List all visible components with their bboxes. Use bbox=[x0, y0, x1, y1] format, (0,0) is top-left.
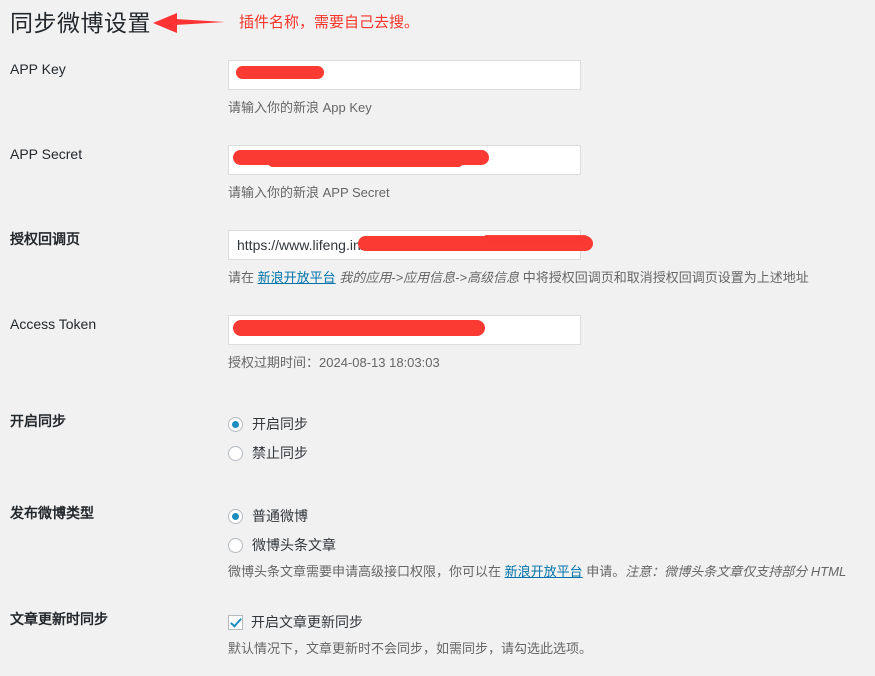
radio-weibo-headline[interactable]: 微博头条文章 bbox=[228, 533, 875, 557]
checkbox-update-sync[interactable]: 开启文章更新同步 bbox=[228, 610, 875, 634]
annotation-arrow-icon bbox=[153, 12, 225, 34]
callback-url-input[interactable] bbox=[228, 230, 581, 260]
help-weibo-note: 注意：微博头条文章仅支持部分 HTML bbox=[625, 564, 847, 579]
help-callback-before: 请在 bbox=[228, 270, 258, 285]
label-access-token: Access Token bbox=[10, 316, 97, 332]
radio-icon-unchecked bbox=[228, 445, 243, 461]
field-access-token: 授权过期时间：2024-08-13 18:03:03 bbox=[228, 315, 875, 373]
help-callback-path: 我的应用->应用信息->高级信息 bbox=[339, 270, 520, 285]
field-callback: 请在 新浪开放平台 我的应用->应用信息->高级信息 中将授权回调页和取消授权回… bbox=[228, 230, 875, 288]
help-app-secret: 请输入你的新浪 APP Secret bbox=[228, 185, 390, 200]
field-sync-enable: 开启同步 禁止同步 bbox=[228, 412, 875, 470]
annotation-text: 插件名称，需要自己去搜。 bbox=[239, 14, 420, 31]
label-update-sync: 文章更新时同步 bbox=[10, 611, 108, 627]
radio-icon-unchecked bbox=[228, 537, 243, 553]
help-weibo-type: 微博头条文章需要申请高级接口权限，你可以在 新浪开放平台 申请。注意：微博头条文… bbox=[228, 562, 875, 582]
help-update-sync: 默认情况下，文章更新时不会同步，如需同步，请勾选此选项。 bbox=[228, 641, 593, 656]
radio-weibo-normal[interactable]: 普通微博 bbox=[228, 504, 875, 528]
radio-weibo-normal-label: 普通微博 bbox=[252, 508, 308, 524]
help-access-token: 授权过期时间：2024-08-13 18:03:03 bbox=[228, 355, 440, 370]
radio-weibo-headline-label: 微博头条文章 bbox=[252, 537, 336, 553]
label-app-secret: APP Secret bbox=[10, 146, 83, 162]
radio-sync-on[interactable]: 开启同步 bbox=[228, 412, 875, 436]
settings-page: 同步微博设置 插件名称，需要自己去搜。 APP Key 请输入你的新浪 App … bbox=[0, 0, 875, 676]
app-secret-input[interactable] bbox=[228, 145, 581, 175]
label-callback: 授权回调页 bbox=[10, 231, 80, 247]
radio-icon-checked bbox=[228, 508, 243, 524]
sina-open-platform-link[interactable]: 新浪开放平台 bbox=[258, 270, 336, 285]
label-app-key: APP Key bbox=[10, 61, 66, 77]
radio-sync-off-label: 禁止同步 bbox=[252, 445, 308, 461]
help-callback: 请在 新浪开放平台 我的应用->应用信息->高级信息 中将授权回调页和取消授权回… bbox=[228, 268, 875, 288]
checkbox-update-sync-label: 开启文章更新同步 bbox=[251, 614, 363, 630]
field-weibo-type: 普通微博 微博头条文章 微博头条文章需要申请高级接口权限，你可以在 新浪开放平台… bbox=[228, 504, 875, 582]
sina-open-platform-link[interactable]: 新浪开放平台 bbox=[505, 564, 583, 579]
help-weibo-before: 微博头条文章需要申请高级接口权限，你可以在 bbox=[228, 564, 505, 579]
page-title: 同步微博设置 bbox=[10, 10, 151, 36]
radio-sync-on-label: 开启同步 bbox=[252, 416, 308, 432]
app-key-input[interactable] bbox=[228, 60, 581, 90]
radio-sync-off[interactable]: 禁止同步 bbox=[228, 441, 875, 465]
help-callback-after: 中将授权回调页和取消授权回调页设置为上述地址 bbox=[519, 270, 809, 285]
field-app-secret: 请输入你的新浪 APP Secret bbox=[228, 145, 875, 203]
label-sync-enable: 开启同步 bbox=[10, 413, 66, 429]
help-weibo-mid: 申请。 bbox=[582, 564, 626, 579]
access-token-input[interactable] bbox=[228, 315, 581, 345]
radio-icon-checked bbox=[228, 416, 243, 432]
label-weibo-type: 发布微博类型 bbox=[10, 505, 94, 521]
title-row: 同步微博设置 插件名称，需要自己去搜。 bbox=[10, 8, 419, 38]
field-update-sync: 开启文章更新同步 默认情况下，文章更新时不会同步，如需同步，请勾选此选项。 bbox=[228, 610, 875, 659]
field-app-key: 请输入你的新浪 App Key bbox=[228, 60, 875, 118]
checkbox-icon-checked bbox=[228, 614, 243, 630]
help-app-key: 请输入你的新浪 App Key bbox=[228, 100, 372, 115]
